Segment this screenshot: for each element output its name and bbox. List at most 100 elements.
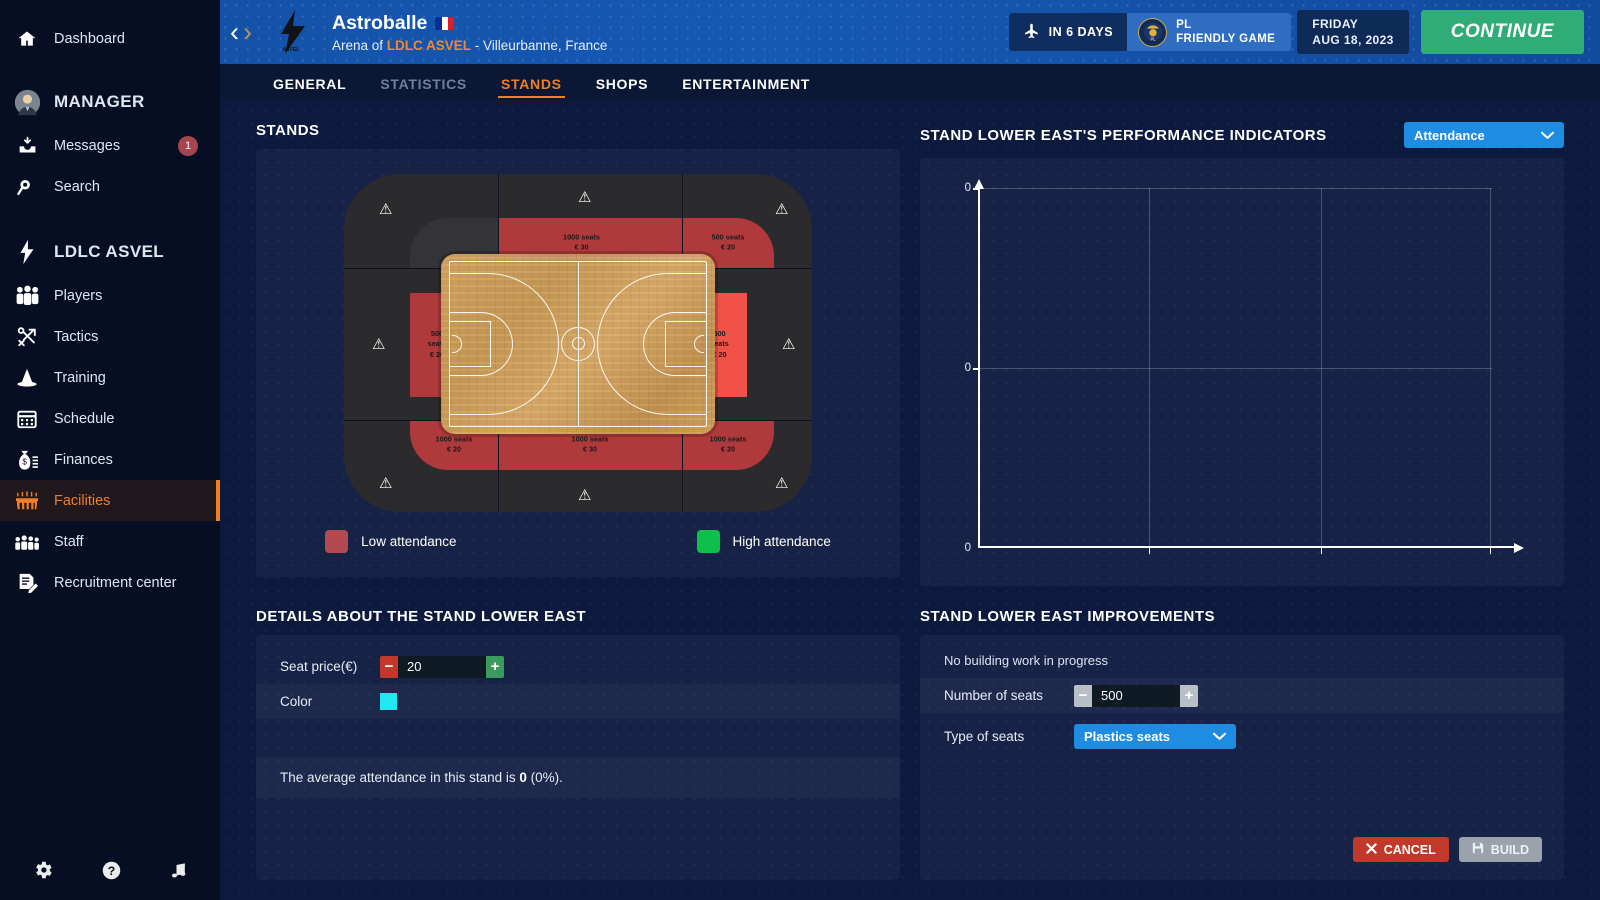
performance-heading: STAND LOWER EAST'S PERFORMANCE INDICATOR… bbox=[920, 126, 1327, 144]
settings-gear-icon[interactable] bbox=[32, 859, 54, 886]
breadcrumb-nav: ‹ › bbox=[230, 18, 252, 46]
chart-x-axis-arrow bbox=[1514, 542, 1524, 553]
tab-general[interactable]: GENERAL bbox=[256, 76, 363, 100]
nav-prev-button[interactable]: ‹ bbox=[230, 18, 239, 46]
performance-column: STAND LOWER EAST'S PERFORMANCE INDICATOR… bbox=[920, 100, 1564, 586]
improvements-column: STAND LOWER EAST IMPROVEMENTS No buildin… bbox=[920, 586, 1564, 880]
seat-price-value[interactable]: 20 bbox=[398, 655, 486, 678]
sidebar-label-schedule: Schedule bbox=[54, 410, 115, 427]
sidebar-item-messages[interactable]: Messages 1 bbox=[0, 125, 220, 166]
seats-decrement-button[interactable]: − bbox=[1074, 684, 1092, 707]
stand-sw-label: 1000 seats € 20 bbox=[435, 433, 473, 454]
seats-value[interactable]: 500 bbox=[1092, 684, 1180, 707]
chart-gridline-v bbox=[1320, 188, 1322, 548]
sidebar-item-search[interactable]: Search bbox=[0, 166, 220, 207]
chart-xtick bbox=[1149, 548, 1151, 554]
sidebar-label-search: Search bbox=[54, 178, 100, 195]
sidebar-bottom-bar: ? bbox=[0, 859, 220, 886]
opponent-crest-icon: PL bbox=[1138, 17, 1168, 47]
details-heading: DETAILS ABOUT THE STAND LOWER EAST bbox=[256, 608, 587, 625]
seat-price-increment-button[interactable]: + bbox=[486, 655, 504, 678]
venue-club-link[interactable]: LDLC ASVEL bbox=[387, 38, 471, 53]
seat-price-label: Seat price(€) bbox=[280, 659, 358, 674]
chevron-down-icon bbox=[1540, 128, 1555, 143]
messages-badge: 1 bbox=[178, 135, 198, 156]
chart-plot-area: 0 0 0 bbox=[965, 179, 1524, 554]
sidebar-item-staff[interactable]: Staff bbox=[0, 521, 220, 562]
sidebar-item-schedule[interactable]: Schedule bbox=[0, 398, 220, 439]
players-icon bbox=[12, 283, 42, 309]
sidebar-item-manager[interactable]: MANAGER bbox=[0, 79, 220, 125]
sidebar-label-training: Training bbox=[54, 369, 106, 386]
svg-text:ASVEL: ASVEL bbox=[283, 47, 300, 53]
metric-dropdown[interactable]: Attendance bbox=[1404, 122, 1564, 148]
france-flag-icon bbox=[435, 16, 455, 30]
legend-label-high: High attendance bbox=[732, 533, 831, 549]
continue-button[interactable]: CONTINUE bbox=[1420, 10, 1584, 54]
content-area: STANDS 1000 seats € 30 500 seats € 20 50… bbox=[220, 100, 1600, 880]
stand-south-label: 1000 seats € 30 bbox=[571, 433, 609, 454]
type-of-seats-label: Type of seats bbox=[944, 728, 1025, 744]
stands-title-row: STANDS bbox=[256, 122, 900, 139]
tab-stands[interactable]: STANDS bbox=[484, 76, 579, 100]
performance-title-row: STAND LOWER EAST'S PERFORMANCE INDICATOR… bbox=[920, 122, 1564, 148]
svg-text:?: ? bbox=[107, 863, 114, 877]
nav-next-button[interactable]: › bbox=[243, 18, 252, 46]
performance-chart-card: 0 0 0 bbox=[920, 158, 1564, 586]
stadium-map[interactable]: 1000 seats € 30 500 seats € 20 500 seats… bbox=[344, 173, 812, 512]
next-match-info[interactable]: PL PL FRIENDLY GAME bbox=[1127, 13, 1292, 51]
stand-color-swatch[interactable] bbox=[380, 693, 397, 710]
basketball-court bbox=[441, 253, 715, 434]
build-button[interactable]: BUILD bbox=[1458, 837, 1542, 862]
page-title-row: Astroballe bbox=[332, 12, 607, 35]
legend-high-attendance: High attendance bbox=[696, 529, 831, 553]
sidebar-item-players[interactable]: Players bbox=[0, 275, 220, 316]
seats-increment-button[interactable]: + bbox=[1180, 684, 1198, 707]
legend-label-low: Low attendance bbox=[361, 533, 457, 549]
match-text: PL FRIENDLY GAME bbox=[1176, 18, 1275, 47]
main-area: ‹ › ASVEL Astroballe Arena of LDLC ASVEL bbox=[220, 0, 1600, 900]
help-question-icon[interactable]: ? bbox=[101, 860, 122, 886]
staff-icon bbox=[12, 529, 42, 555]
tab-statistics[interactable]: STATISTICS bbox=[363, 76, 484, 100]
tab-entertainment[interactable]: ENTERTAINMENT bbox=[665, 76, 827, 100]
sidebar-label-club: LDLC ASVEL bbox=[54, 242, 165, 261]
tab-shops[interactable]: SHOPS bbox=[579, 76, 666, 100]
venue-info: Astroballe Arena of LDLC ASVEL - Villeur… bbox=[332, 12, 607, 53]
sidebar-item-dashboard[interactable]: Dashboard bbox=[0, 18, 220, 59]
chart-ytick-label: 0 bbox=[964, 542, 971, 554]
sidebar-item-club[interactable]: LDLC ASVEL bbox=[0, 229, 220, 275]
stands-column: STANDS 1000 seats € 30 500 seats € 20 50… bbox=[256, 100, 900, 586]
venue-subtitle-suffix: - Villeurbanne, France bbox=[471, 37, 608, 53]
sidebar-item-finances[interactable]: $ Finances bbox=[0, 439, 220, 480]
sidebar-item-training[interactable]: Training bbox=[0, 357, 220, 398]
countdown-label: IN 6 DAYS bbox=[1048, 25, 1114, 39]
inbox-icon bbox=[12, 133, 42, 159]
music-note-icon[interactable] bbox=[169, 860, 189, 886]
chart-ytick-label: 0 bbox=[964, 182, 971, 194]
chart-gridline-h bbox=[978, 188, 1492, 189]
sidebar-label-finances: Finances bbox=[54, 451, 113, 468]
warning-triangle-icon: ⚠ bbox=[379, 474, 393, 492]
details-column: DETAILS ABOUT THE STAND LOWER EAST Seat … bbox=[256, 586, 900, 880]
cone-icon bbox=[12, 365, 42, 391]
color-row: Color bbox=[256, 684, 900, 719]
warning-triangle-icon: ⚠ bbox=[775, 200, 789, 218]
close-x-icon bbox=[1365, 842, 1377, 857]
search-icon bbox=[12, 174, 42, 200]
next-match-countdown[interactable]: IN 6 DAYS bbox=[1008, 13, 1128, 51]
type-of-seats-dropdown[interactable]: Plastics seats bbox=[1074, 723, 1236, 749]
warning-triangle-icon: ⚠ bbox=[578, 188, 592, 206]
sidebar-item-tactics[interactable]: Tactics bbox=[0, 316, 220, 357]
number-of-seats-stepper[interactable]: − 500 + bbox=[1074, 684, 1198, 707]
seat-price-stepper[interactable]: − 20 + bbox=[380, 655, 504, 678]
page-header: ‹ › ASVEL Astroballe Arena of LDLC ASVEL bbox=[220, 0, 1600, 64]
competition-short: PL bbox=[1176, 18, 1192, 31]
sidebar-item-facilities[interactable]: Facilities bbox=[0, 480, 220, 521]
seat-price-decrement-button[interactable]: − bbox=[380, 655, 398, 678]
cancel-button[interactable]: CANCEL bbox=[1352, 837, 1449, 862]
avatar bbox=[12, 89, 42, 115]
sidebar-item-recruitment-center[interactable]: Recruitment center bbox=[0, 562, 220, 603]
type-of-seats-value: Plastics seats bbox=[1084, 728, 1171, 744]
details-card: Seat price(€) − 20 + Color The average a… bbox=[256, 635, 900, 880]
